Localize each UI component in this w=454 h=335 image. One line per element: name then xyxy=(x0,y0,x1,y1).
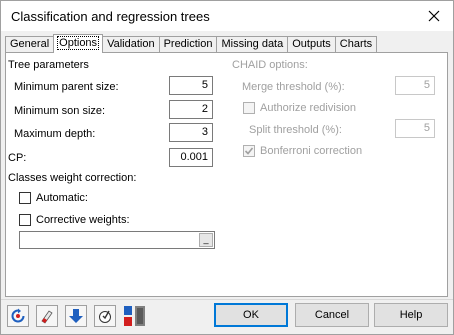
range-select-button[interactable]: _ xyxy=(199,233,213,247)
corrective-weights-label: Corrective weights: xyxy=(36,214,130,226)
tab-outputs[interactable]: Outputs xyxy=(287,36,336,53)
tab-strip: General Options Validation Prediction Mi… xyxy=(5,34,378,53)
cp-input[interactable]: 0.001 xyxy=(169,148,213,167)
corrective-weights-field[interactable]: _ xyxy=(19,231,215,249)
chaid-heading: CHAID options: xyxy=(232,59,308,71)
window-title: Classification and regression trees xyxy=(11,9,210,24)
merge-threshold-label: Merge threshold (%): xyxy=(242,81,345,93)
authorize-redivision-checkbox[interactable] xyxy=(243,102,255,114)
options-panel: Tree parameters Minimum parent size: 5 M… xyxy=(5,52,448,297)
max-depth-label: Maximum depth: xyxy=(14,128,96,140)
automatic-checkbox[interactable] xyxy=(19,192,31,204)
title-bar: Classification and regression trees xyxy=(1,1,453,31)
bonferroni-checkbox[interactable] xyxy=(243,145,255,157)
automatic-label: Automatic: xyxy=(36,192,88,204)
tree-parameters-heading: Tree parameters xyxy=(8,59,89,71)
tab-options[interactable]: Options xyxy=(53,34,104,53)
clear-button[interactable] xyxy=(36,305,58,327)
tab-general[interactable]: General xyxy=(5,36,55,53)
download-button[interactable] xyxy=(65,305,87,327)
min-son-input[interactable]: 2 xyxy=(169,100,213,119)
reset-button[interactable] xyxy=(7,305,29,327)
arrow-down-icon xyxy=(69,309,83,323)
eraser-icon xyxy=(41,310,53,324)
tab-prediction[interactable]: Prediction xyxy=(158,36,218,53)
cp-label: CP: xyxy=(8,152,27,164)
color-swap-icon xyxy=(124,306,145,326)
weights-heading: Classes weight correction: xyxy=(8,172,137,184)
ok-button[interactable]: OK xyxy=(214,303,288,327)
help-button[interactable]: Help xyxy=(374,303,448,327)
tab-charts[interactable]: Charts xyxy=(334,36,378,53)
min-parent-input[interactable]: 5 xyxy=(169,76,213,95)
close-icon xyxy=(428,10,440,22)
close-button[interactable] xyxy=(423,5,445,27)
tab-validation[interactable]: Validation xyxy=(102,36,160,53)
authorize-redivision-label: Authorize redivision xyxy=(260,102,356,114)
reset-icon xyxy=(11,308,25,323)
hand-icon xyxy=(99,310,111,323)
bonferroni-label: Bonferroni correction xyxy=(260,145,363,157)
bottom-separator xyxy=(1,299,453,300)
cancel-button[interactable]: Cancel xyxy=(295,303,369,327)
dialog-window: Classification and regression trees Gene… xyxy=(0,0,454,335)
split-threshold-label: Split threshold (%): xyxy=(249,124,342,136)
tab-missing-data[interactable]: Missing data xyxy=(216,36,289,53)
colors-button[interactable] xyxy=(121,305,149,327)
hand-button[interactable] xyxy=(94,305,116,327)
min-son-label: Minimum son size: xyxy=(14,105,106,117)
merge-threshold-input[interactable]: 5 xyxy=(395,76,435,95)
checkmark-icon xyxy=(244,147,254,155)
split-threshold-input[interactable]: 5 xyxy=(395,119,435,138)
corrective-weights-checkbox[interactable] xyxy=(19,214,31,226)
max-depth-input[interactable]: 3 xyxy=(169,123,213,142)
min-parent-label: Minimum parent size: xyxy=(14,81,119,93)
